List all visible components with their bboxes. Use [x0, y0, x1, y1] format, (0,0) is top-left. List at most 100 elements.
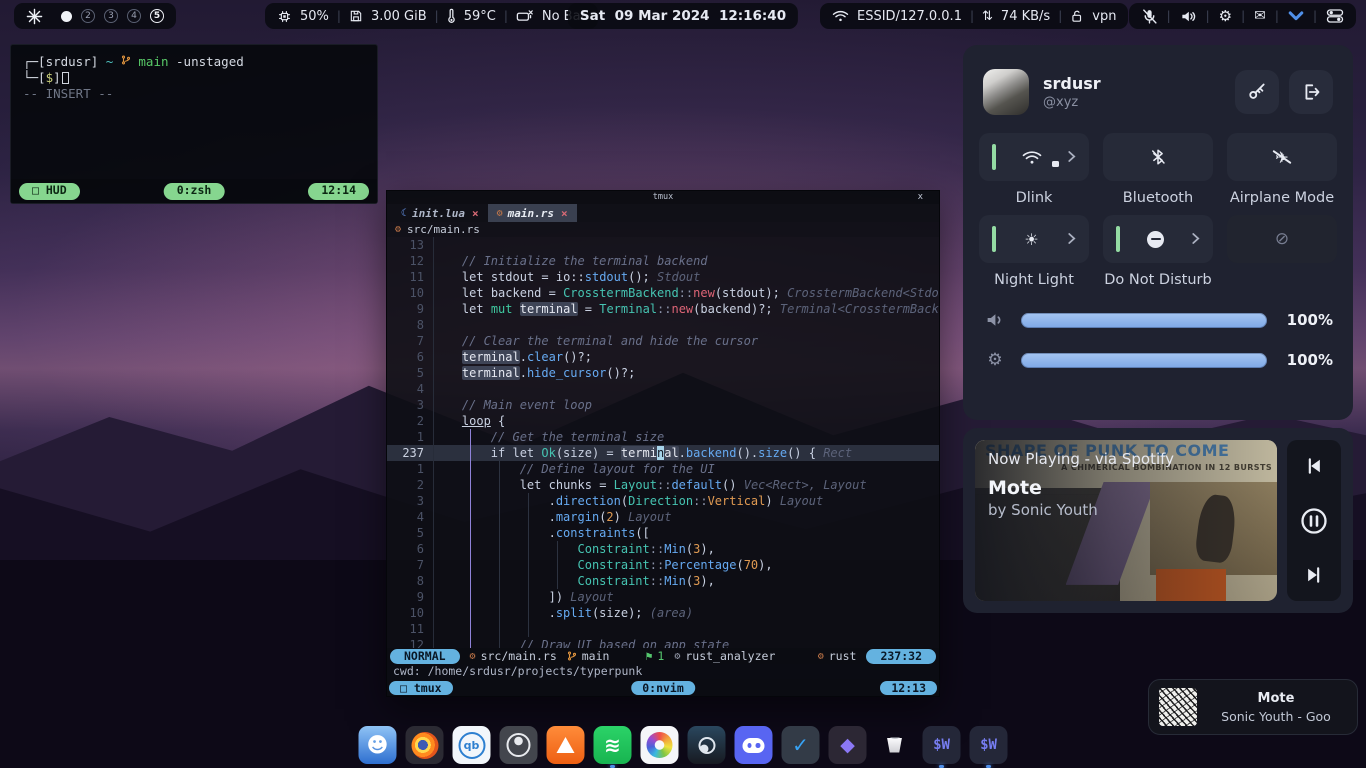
dock-vscode[interactable]: ✓ — [782, 726, 820, 764]
distro-logo-icon[interactable] — [26, 8, 43, 25]
tmux-window-pill[interactable]: 0:nvim — [631, 681, 695, 695]
memory-usage: 3.00 GiB — [371, 9, 427, 24]
code-line: 7 Constraint::Percentage(70), — [387, 557, 939, 573]
code-line: 10 let backend = CrosstermBackend::new(s… — [387, 285, 939, 301]
avatar — [983, 69, 1029, 115]
memory-icon — [349, 9, 363, 23]
topbar-network-group[interactable]: ESSID/127.0.0.1 | ⇅ 74 KB/s | vpn — [820, 3, 1128, 29]
chevron-right-icon[interactable] — [1191, 230, 1200, 249]
toggle-dlink[interactable] — [979, 133, 1089, 181]
toggles-icon[interactable] — [1326, 8, 1344, 24]
toggle-night-light[interactable]: ☀ — [979, 215, 1089, 263]
dock-qbittorrent[interactable]: qb — [453, 726, 491, 764]
next-track-button[interactable] — [1303, 565, 1325, 585]
line-number: 6 — [387, 349, 433, 365]
line-number: 7 — [387, 557, 433, 573]
topbar-workspaces-group: 2345 — [14, 3, 176, 29]
toggle-bluetooth[interactable] — [1103, 133, 1213, 181]
line-number: 12 — [387, 253, 433, 269]
editor-window[interactable]: tmux x ☾ init.lua × ⚙ main.rs × ⚙ src/ma… — [386, 190, 940, 697]
code-editor-area[interactable]: 13 12 // Initialize the terminal backend… — [387, 237, 939, 648]
profile-identity: srdusr @xyz — [1043, 74, 1101, 110]
mail-tray-icon[interactable]: ✉ — [1254, 8, 1266, 24]
tab-close-icon[interactable]: × — [561, 207, 568, 220]
tmux-statusbar: □ tmux 0:nvim 12:13 — [387, 679, 939, 696]
dock-steam[interactable] — [688, 726, 726, 764]
code-line: 9 ]) Layout — [387, 589, 939, 605]
dock-discord[interactable] — [735, 726, 773, 764]
workspace-2[interactable]: 2 — [81, 9, 95, 23]
notification[interactable]: Mote Sonic Youth - Goo — [1148, 679, 1358, 735]
git-branch-name: main — [138, 54, 168, 69]
workspace-indicators: 2345 — [61, 9, 164, 23]
line-number: 1 — [387, 429, 433, 445]
code-line: 2 let chunks = Layout::default() Vec<Rec… — [387, 477, 939, 493]
logout-button[interactable] — [1289, 70, 1333, 114]
line-number: 10 — [387, 285, 433, 301]
volume-slider[interactable] — [1021, 313, 1267, 328]
dock-trash[interactable] — [876, 726, 914, 764]
track-artist: by Sonic Youth — [988, 501, 1174, 519]
line-number: 4 — [387, 381, 433, 397]
code-line: 10 .split(size); (area) — [387, 605, 939, 621]
dock-photos[interactable] — [641, 726, 679, 764]
lock-keys-button[interactable] — [1235, 70, 1279, 114]
line-number: 12 — [387, 637, 433, 648]
statusline-filetype: ⚙rust — [818, 649, 857, 663]
code-line: 6 terminal.clear()?; — [387, 349, 939, 365]
brightness-slider[interactable] — [1021, 353, 1267, 368]
dock-spotify[interactable]: ≋ — [594, 726, 632, 764]
dock-dollar-w-2[interactable]: $W — [970, 726, 1008, 764]
statusline-diagnostics: ⚑1 — [645, 649, 664, 663]
blocked-icon: ⊘ — [1240, 229, 1324, 249]
dock-dollar-w-1[interactable]: $W — [923, 726, 961, 764]
cpu-usage: 50% — [300, 9, 329, 24]
line-number: 13 — [387, 237, 433, 253]
chevron-right-icon[interactable] — [1067, 148, 1076, 167]
settings-gear-icon[interactable]: ⚙ — [1219, 7, 1232, 25]
chevron-down-icon[interactable] — [1288, 10, 1304, 22]
previous-track-button[interactable] — [1303, 456, 1325, 476]
profile-section: srdusr @xyz — [963, 45, 1353, 133]
workspace-1[interactable] — [61, 11, 72, 22]
hud-terminal-window[interactable]: ┌─[srdusr] ~ main -unstaged └─[$] -- INS… — [10, 44, 378, 204]
line-number: 9 — [387, 589, 433, 605]
dock-file-manager[interactable]: ☻ — [359, 726, 397, 764]
line-number: 8 — [387, 573, 433, 589]
tab-init-lua[interactable]: ☾ init.lua × — [392, 204, 488, 222]
code-line: 2 loop { — [387, 413, 939, 429]
toggle-airplane-mode[interactable]: ✈ — [1227, 133, 1337, 181]
code-line: 5 terminal.hide_cursor()?; — [387, 365, 939, 381]
speaker-icon[interactable] — [1180, 9, 1197, 24]
tab-close-icon[interactable]: × — [472, 207, 479, 220]
key-icon — [1247, 82, 1267, 102]
git-branch-icon — [121, 54, 131, 66]
vpn-label: vpn — [1092, 9, 1116, 24]
toggle-blocked[interactable]: ⊘ — [1227, 215, 1337, 263]
code-line: 4 — [387, 381, 939, 397]
prompt-line-2: └─[$] — [23, 70, 365, 86]
dock-obs[interactable] — [500, 726, 538, 764]
line-number: 3 — [387, 493, 433, 509]
diagnostics-flag-icon: ⚑ — [645, 649, 652, 663]
window-title: tmux — [653, 192, 673, 202]
pause-button[interactable] — [1299, 506, 1329, 536]
workspace-5[interactable]: 5 — [150, 9, 164, 23]
line-number: 2 — [387, 413, 433, 429]
chevron-right-icon[interactable] — [1067, 230, 1076, 249]
microphone-muted-icon[interactable] — [1141, 8, 1158, 25]
dock-vlc[interactable] — [547, 726, 585, 764]
dock-firefox[interactable] — [406, 726, 444, 764]
temperature-value: 59°C — [464, 9, 496, 24]
tmux-session-pill[interactable]: □ tmux — [389, 681, 453, 695]
prompt-line-1: ┌─[srdusr] ~ main -unstaged — [23, 54, 365, 70]
brightness-icon: ⚙ — [983, 350, 1007, 370]
workspace-4[interactable]: 4 — [127, 9, 141, 23]
window-close-button[interactable]: x — [918, 191, 923, 204]
toggle-do-not-disturb[interactable] — [1103, 215, 1213, 263]
dock-obsidian[interactable]: ◆ — [829, 726, 867, 764]
line-number: 8 — [387, 317, 433, 333]
workspace-3[interactable]: 3 — [104, 9, 118, 23]
code-line: 11 let stdout = io::stdout(); Stdout — [387, 269, 939, 285]
tab-main-rs[interactable]: ⚙ main.rs × — [488, 204, 577, 222]
